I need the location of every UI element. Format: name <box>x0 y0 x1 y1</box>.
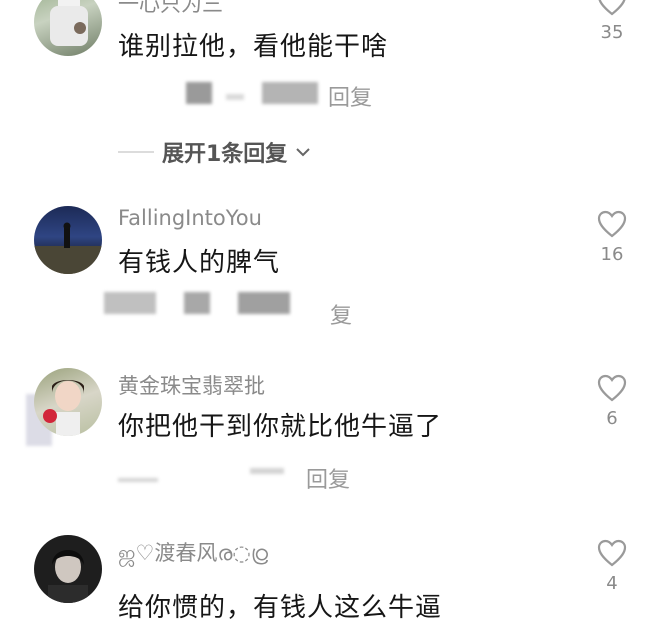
comment-username[interactable]: ஜ♡渡春风ര◌ഠ്ര <box>118 537 268 568</box>
heart-outline-icon <box>597 210 627 238</box>
heart-outline-icon <box>598 0 626 16</box>
like-count: 6 <box>606 408 618 429</box>
chevron-down-icon <box>296 148 311 157</box>
heart-outline-icon <box>597 539 627 567</box>
avatar[interactable] <box>34 535 102 603</box>
like-button[interactable]: 4 <box>590 539 634 594</box>
comment-meta: 复 <box>0 290 400 329</box>
like-count: 16 <box>600 244 624 265</box>
comment-username[interactable]: FallingIntoYou <box>118 206 262 230</box>
reply-button[interactable]: 回复 <box>306 462 350 494</box>
redacted-meta <box>250 468 284 474</box>
comment-username[interactable]: 黄金珠宝翡翠批 <box>118 370 265 400</box>
like-button[interactable]: 6 <box>590 374 634 429</box>
like-count: 35 <box>600 22 624 43</box>
redacted-meta <box>238 292 290 314</box>
reply-button[interactable]: 复 <box>330 298 352 330</box>
redacted-meta <box>184 292 210 314</box>
comment-meta: 回复 <box>118 80 418 111</box>
avatar[interactable] <box>34 368 102 436</box>
like-button[interactable]: 16 <box>590 210 634 265</box>
redacted-meta <box>226 94 244 100</box>
comment-text: 谁别拉他，看他能干啥 <box>118 32 389 62</box>
comment-item: FallingIntoYou 有钱人的脾气 16 复 <box>0 200 660 350</box>
comment-username[interactable]: 一心只为三 <box>118 0 223 18</box>
comment-item: ஜ♡渡春风ര◌ഠ്ര 给你惯的，有钱人这么牛逼 4 <box>0 515 660 623</box>
redacted-meta <box>104 292 156 314</box>
avatar[interactable] <box>34 0 102 56</box>
redacted-meta <box>186 82 212 104</box>
comment-text: 有钱人的脾气 <box>118 248 281 278</box>
redacted-meta <box>118 478 158 482</box>
expand-replies-label: 展开1条回复 <box>162 142 288 167</box>
comment-text: 给你惯的，有钱人这么牛逼 <box>118 593 443 623</box>
divider <box>118 151 154 153</box>
redacted-meta <box>262 82 318 104</box>
expand-replies-button[interactable]: 展开1条回复 <box>118 136 311 168</box>
comment-text: 你把他干到你就比他牛逼了 <box>118 412 443 442</box>
avatar[interactable] <box>34 206 102 274</box>
reply-button[interactable]: 回复 <box>328 80 372 112</box>
like-button[interactable]: 35 <box>590 0 634 43</box>
heart-outline-icon <box>597 374 627 402</box>
comment-item: 黄金珠宝翡翠批 你把他干到你就比他牛逼了 6 回复 <box>0 350 660 515</box>
comment-item: 一心只为三 谁别拉他，看他能干啥 35 回复 展开1条回复 <box>0 0 660 200</box>
like-count: 4 <box>606 573 618 594</box>
comment-meta: 回复 <box>0 462 400 493</box>
